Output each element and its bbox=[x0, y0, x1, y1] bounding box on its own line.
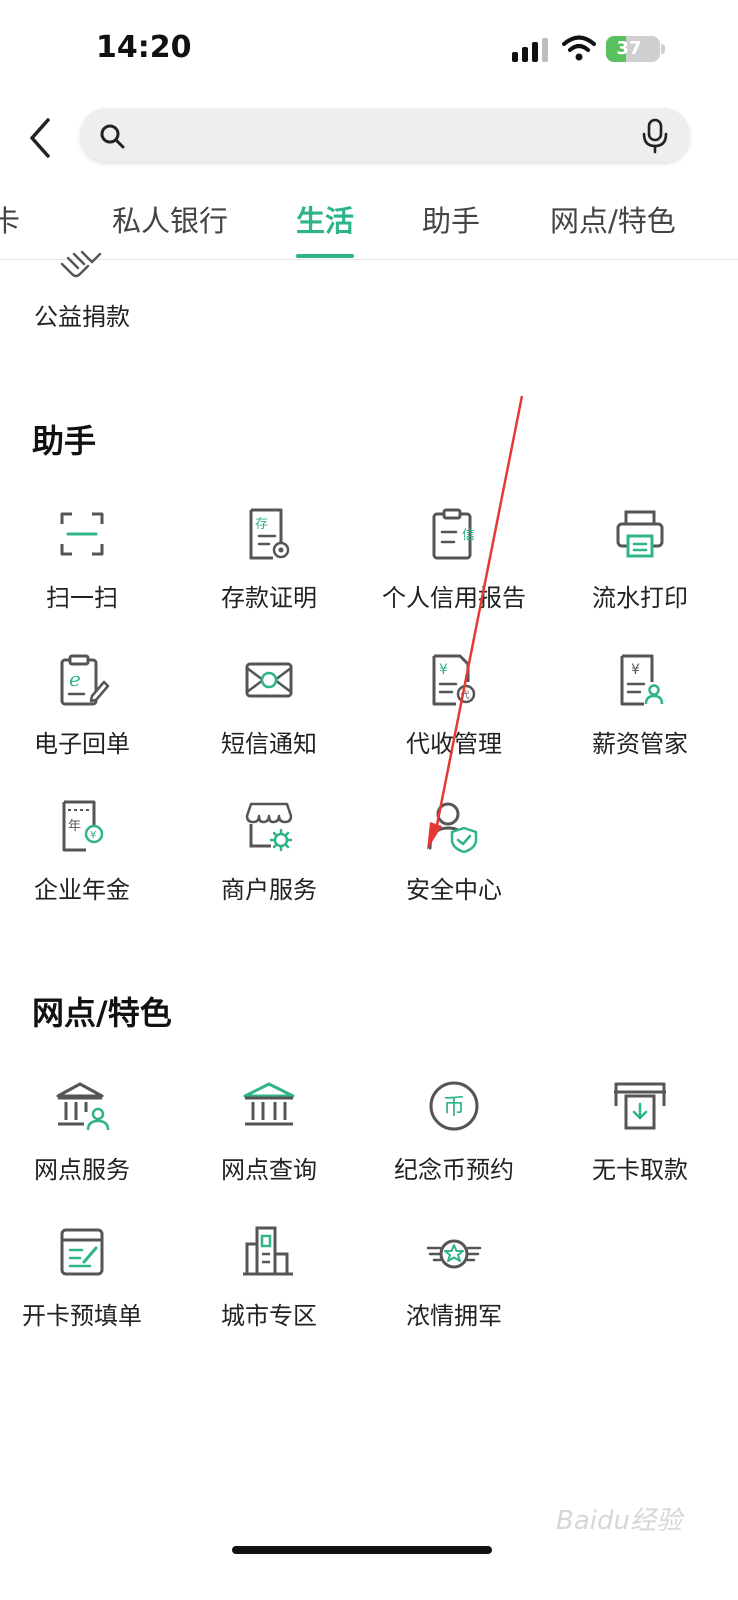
grid-item-deposit-certificate[interactable]: 存 存款证明 bbox=[179, 506, 359, 626]
grid-item-security-center[interactable]: 安全中心 bbox=[364, 798, 544, 918]
grid-item-military-support[interactable]: 浓情拥军 bbox=[364, 1224, 544, 1344]
tab-life[interactable]: 生活 bbox=[296, 198, 354, 240]
svg-text:e: e bbox=[69, 667, 81, 691]
cellular-signal-icon bbox=[512, 38, 548, 62]
search-icon bbox=[100, 124, 125, 149]
grid-item-label: 流水打印 bbox=[592, 584, 688, 612]
grid-item-label: 纪念币预约 bbox=[394, 1156, 514, 1184]
grid-item-cardless-withdrawal[interactable]: 无卡取款 bbox=[550, 1078, 730, 1198]
watermark-logo: Baidu经验 bbox=[556, 1506, 682, 1536]
wifi-icon bbox=[562, 35, 596, 61]
credit-report-icon: 信 bbox=[432, 508, 475, 560]
svg-text:存: 存 bbox=[255, 517, 268, 532]
city-buildings-icon bbox=[243, 1226, 293, 1276]
grid-item-label: 公益捐款 bbox=[34, 303, 130, 331]
grid-item-label: 安全中心 bbox=[406, 876, 502, 904]
battery-icon: 37 bbox=[606, 36, 660, 62]
battery-cap bbox=[661, 44, 665, 54]
printer-icon bbox=[616, 510, 664, 558]
grid-item-label: 网点服务 bbox=[34, 1156, 130, 1184]
section-title-assistant: 助手 bbox=[32, 422, 97, 460]
status-bar: 14:20 37 bbox=[0, 0, 738, 100]
deposit-certificate-icon: 存 bbox=[249, 508, 290, 560]
merchant-store-icon bbox=[245, 802, 293, 852]
search-input[interactable] bbox=[138, 116, 618, 154]
tab-private-banking[interactable]: 私人银行 bbox=[112, 198, 228, 240]
grid-item-card-prefill[interactable]: 开卡预填单 bbox=[0, 1224, 172, 1344]
grid-item-label: 浓情拥军 bbox=[406, 1302, 502, 1330]
grid-item-salary-manager[interactable]: ¥ 薪资管家 bbox=[550, 652, 730, 772]
battery-percent: 37 bbox=[616, 38, 642, 59]
grid-item-city-zone[interactable]: 城市专区 bbox=[179, 1224, 359, 1344]
tab-assistant[interactable]: 助手 bbox=[422, 198, 480, 240]
grid-item-label: 短信通知 bbox=[221, 730, 317, 758]
grid-item-label: 个人信用报告 bbox=[382, 584, 526, 612]
svg-text:¥: ¥ bbox=[90, 830, 96, 841]
grid-item-credit-report[interactable]: 信 个人信用报告 bbox=[364, 506, 544, 626]
grid-item-statement-print[interactable]: 流水打印 bbox=[550, 506, 730, 626]
grid-item-outlet-service[interactable]: 网点服务 bbox=[0, 1078, 172, 1198]
svg-text:¥: ¥ bbox=[439, 662, 448, 678]
active-tab-indicator bbox=[296, 254, 354, 258]
security-user-shield-icon bbox=[428, 802, 478, 854]
coin-icon: 币 bbox=[429, 1081, 479, 1131]
handshake-icon bbox=[60, 250, 102, 278]
svg-text:代: 代 bbox=[461, 690, 470, 701]
grid-item-label: 存款证明 bbox=[221, 584, 317, 612]
collection-management-icon: ¥ 代 bbox=[432, 654, 476, 706]
e-receipt-icon: e bbox=[60, 654, 110, 706]
tab-outlets[interactable]: 网点/特色 bbox=[550, 198, 676, 240]
search-bar[interactable] bbox=[80, 108, 690, 162]
cardless-atm-icon bbox=[614, 1082, 666, 1130]
scan-icon bbox=[60, 512, 104, 556]
grid-item-merchant-service[interactable]: 商户服务 bbox=[179, 798, 359, 918]
back-arrow-icon[interactable] bbox=[18, 110, 62, 166]
salary-manager-icon: ¥ bbox=[620, 654, 664, 706]
svg-text:¥: ¥ bbox=[631, 662, 640, 678]
grid-item-outlet-search[interactable]: 网点查询 bbox=[179, 1078, 359, 1198]
home-indicator[interactable] bbox=[232, 1546, 492, 1554]
grid-item-charity[interactable]: 公益捐款 bbox=[0, 242, 172, 332]
grid-item-label: 企业年金 bbox=[34, 876, 130, 904]
grid-item-sms-notice[interactable]: 短信通知 bbox=[179, 652, 359, 772]
grid-item-annuity[interactable]: 年 ¥ 企业年金 bbox=[0, 798, 172, 918]
grid-item-label: 城市专区 bbox=[221, 1302, 317, 1330]
bank-building-icon bbox=[243, 1082, 295, 1126]
grid-item-label: 无卡取款 bbox=[592, 1156, 688, 1184]
grid-item-coin-reservation[interactable]: 币 纪念币预约 bbox=[364, 1078, 544, 1198]
microphone-icon[interactable] bbox=[640, 118, 670, 154]
grid-item-scan[interactable]: 扫一扫 bbox=[0, 506, 172, 626]
grid-item-e-receipt[interactable]: e 电子回单 bbox=[0, 652, 172, 772]
status-time: 14:20 bbox=[96, 30, 192, 65]
military-star-badge-icon bbox=[426, 1239, 482, 1269]
svg-text:年: 年 bbox=[68, 819, 81, 834]
grid-item-label: 商户服务 bbox=[221, 876, 317, 904]
form-fill-icon bbox=[60, 1228, 104, 1276]
grid-item-label: 薪资管家 bbox=[592, 730, 688, 758]
svg-text:信: 信 bbox=[462, 528, 475, 543]
annuity-icon: 年 ¥ bbox=[62, 800, 104, 852]
bank-user-icon bbox=[56, 1082, 110, 1131]
grid-item-label: 电子回单 bbox=[34, 730, 130, 758]
grid-item-label: 扫一扫 bbox=[46, 584, 118, 612]
grid-item-label: 开卡预填单 bbox=[22, 1302, 142, 1330]
sms-envelope-icon bbox=[245, 662, 293, 698]
svg-text:币: 币 bbox=[443, 1095, 465, 1120]
section-title-outlets: 网点/特色 bbox=[32, 994, 172, 1032]
grid-item-label: 代收管理 bbox=[406, 730, 502, 758]
tab-card[interactable]: 用卡 bbox=[0, 198, 20, 240]
grid-item-collection-management[interactable]: ¥ 代 代收管理 bbox=[364, 652, 544, 772]
grid-item-label: 网点查询 bbox=[221, 1156, 317, 1184]
